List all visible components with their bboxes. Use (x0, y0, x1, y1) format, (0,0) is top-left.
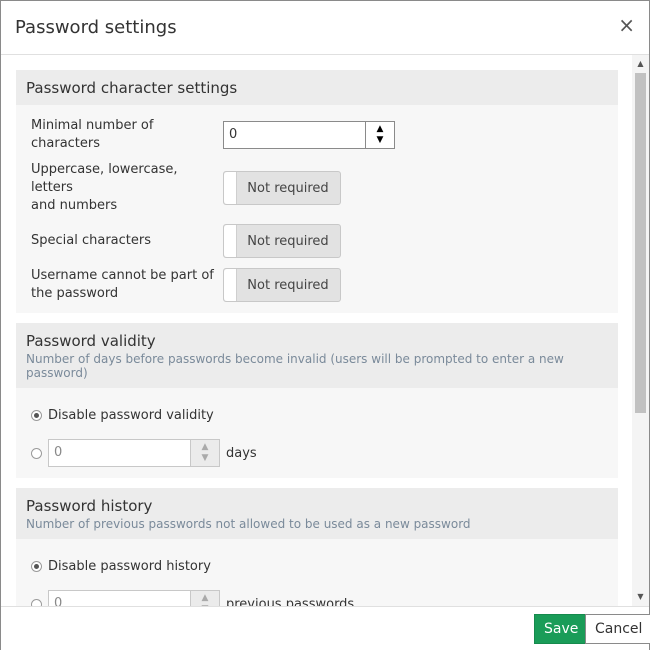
section-subtitle: Number of days before passwords become i… (26, 352, 564, 380)
uppercase-label-line2: and numbers (31, 198, 118, 213)
special-chars-control: Not required (223, 224, 341, 258)
toggle-label: Not required (247, 277, 329, 293)
uppercase-control: Not required (223, 171, 341, 205)
decrement-icon[interactable]: ▼ (377, 135, 384, 146)
uppercase-row: Uppercase, lowercase, letters and number… (16, 157, 618, 219)
section-title: Password character settings (26, 79, 238, 97)
scroll-content: Password character settings Minimal numb… (16, 70, 618, 606)
username-label-line2: the password (31, 286, 119, 301)
min-chars-stepper[interactable]: 0 ▲ ▼ (223, 121, 395, 149)
history-count-option: 0 ▲ ▼ previous passwords (16, 585, 618, 606)
disable-history-label[interactable]: Disable password history (48, 559, 211, 574)
validity-days-value[interactable]: 0 (49, 440, 190, 466)
increment-icon[interactable]: ▲ (202, 442, 209, 453)
special-chars-row: Special characters Not required (16, 219, 618, 263)
username-control: Not required (223, 268, 341, 302)
stepper-buttons: ▲ ▼ (190, 440, 219, 466)
scroll-up-icon[interactable]: ▲ (632, 57, 649, 71)
decrement-icon[interactable]: ▼ (202, 453, 209, 464)
password-settings-dialog: Password settings × Password character s… (0, 0, 650, 650)
save-button[interactable]: Save (534, 614, 589, 644)
scrollbar-thumb[interactable] (635, 73, 646, 413)
section-body: Disable password validity 0 ▲ ▼ days (16, 388, 618, 478)
validity-days-option: 0 ▲ ▼ days (16, 434, 618, 472)
vertical-scrollbar[interactable]: ▲ ▼ (632, 55, 649, 606)
history-count-radio[interactable] (31, 598, 42, 606)
disable-history-radio[interactable] (31, 560, 42, 572)
uppercase-label-line1: Uppercase, lowercase, letters (31, 162, 178, 195)
dialog-title: Password settings (15, 17, 177, 38)
disable-validity-option: Disable password validity (16, 396, 618, 434)
character-settings-section: Password character settings Minimal numb… (16, 70, 618, 313)
section-subtitle: Number of previous passwords not allowed… (26, 517, 471, 531)
min-chars-row: Minimal number of characters 0 ▲ ▼ (16, 113, 618, 157)
days-suffix: days (226, 445, 257, 461)
scroll-down-icon[interactable]: ▼ (632, 590, 649, 604)
toggle-label: Not required (247, 180, 329, 196)
cancel-button[interactable]: Cancel (585, 614, 650, 644)
section-title: Password validity (26, 332, 156, 350)
disable-validity-label[interactable]: Disable password validity (48, 408, 214, 423)
password-history-section: Password history Number of previous pass… (16, 488, 618, 606)
username-label: Username cannot be part of the password (16, 267, 223, 303)
increment-icon[interactable]: ▲ (377, 124, 384, 135)
min-chars-label: Minimal number of characters (31, 118, 154, 151)
username-row: Username cannot be part of the password … (16, 263, 618, 307)
section-body: Minimal number of characters 0 ▲ ▼ Upper… (16, 105, 618, 313)
history-count-value[interactable]: 0 (49, 591, 190, 606)
history-count-stepper[interactable]: 0 ▲ ▼ (48, 590, 220, 606)
password-validity-section: Password validity Number of days before … (16, 323, 618, 478)
disable-validity-radio[interactable] (31, 409, 42, 421)
section-body: Disable password history 0 ▲ ▼ previous … (16, 539, 618, 606)
section-title: Password history (26, 497, 153, 515)
section-header: Password validity Number of days before … (16, 323, 618, 388)
dialog-body: Password character settings Minimal numb… (1, 55, 649, 606)
dialog-header: Password settings × (1, 1, 649, 55)
section-header: Password history Number of previous pass… (16, 488, 618, 539)
min-chars-control: 0 ▲ ▼ (223, 121, 395, 149)
dialog-footer: Save Cancel (1, 606, 650, 650)
stepper-buttons: ▲ ▼ (365, 122, 394, 148)
section-header: Password character settings (16, 70, 618, 105)
validity-days-radio[interactable] (31, 447, 42, 459)
stepper-buttons: ▲ ▼ (190, 591, 219, 606)
disable-history-option: Disable password history (16, 547, 618, 585)
username-label-line1: Username cannot be part of (31, 268, 214, 283)
special-chars-toggle[interactable]: Not required (223, 224, 341, 258)
close-icon[interactable]: × (618, 13, 635, 37)
validity-days-stepper[interactable]: 0 ▲ ▼ (48, 439, 220, 467)
uppercase-toggle[interactable]: Not required (223, 171, 341, 205)
username-toggle[interactable]: Not required (223, 268, 341, 302)
min-chars-value[interactable]: 0 (224, 122, 365, 148)
increment-icon[interactable]: ▲ (202, 593, 209, 604)
uppercase-label: Uppercase, lowercase, letters and number… (16, 161, 223, 215)
toggle-label: Not required (247, 233, 329, 249)
special-chars-label: Special characters (31, 233, 151, 248)
previous-passwords-suffix: previous passwords (226, 596, 355, 607)
